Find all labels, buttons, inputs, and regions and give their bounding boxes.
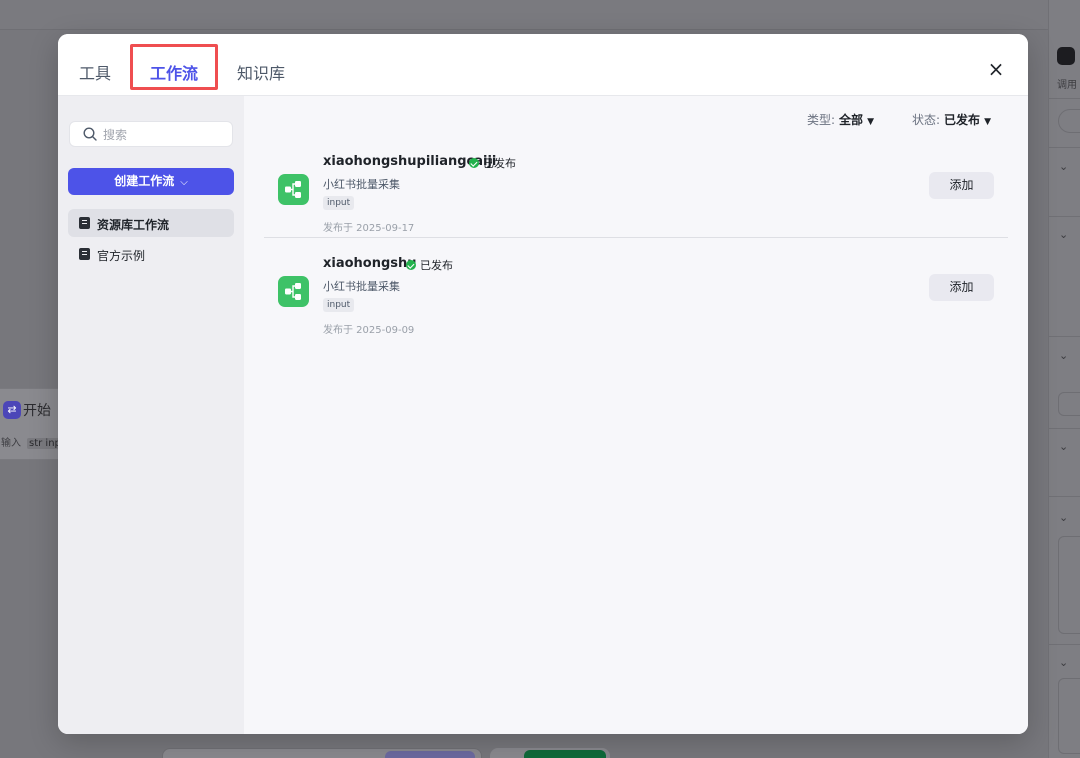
search-box[interactable] — [69, 121, 233, 147]
check-circle-icon — [469, 158, 479, 168]
create-workflow-label: 创建工作流 — [114, 174, 175, 188]
workflow-card: xiaohongshu 已发布 小红书批量采集 input 发布于 2025-0… — [264, 240, 1008, 340]
create-workflow-button[interactable]: 创建工作流 ⌵ — [68, 168, 234, 195]
status-filter-value: 已发布 — [944, 113, 981, 127]
tab-tools[interactable]: 工具 — [79, 60, 111, 84]
node-config-panel-background: 调用 ⌄ ⌄ ⌄ ⌄ ⌄ ⌄ — [1048, 0, 1080, 758]
publish-date: 发布于 2025-09-09 — [323, 325, 415, 336]
workflow-card: xiaohongshupiliangcaiji 已发布 小红书批量采集 inpu… — [264, 138, 1008, 238]
workflow-list-area: 类型: 全部 ▼ 状态: 已发布 ▼ xiaohongshupiliangcaiji 已… — [244, 96, 1028, 734]
type-filter-label: 类型: — [807, 113, 836, 127]
caret-down-icon: ▼ — [867, 117, 874, 127]
document-icon — [79, 217, 90, 229]
document-icon — [79, 248, 90, 260]
panel-logo-icon — [1057, 47, 1075, 65]
search-input[interactable] — [103, 125, 223, 144]
chevron-down-icon: ⌵ — [180, 177, 188, 188]
start-node-icon: ⇄ — [3, 401, 21, 419]
workflow-tab-highlight-box — [130, 44, 218, 90]
input-param-tag: input — [323, 298, 355, 312]
tab-knowledge-base[interactable]: 知识库 — [237, 60, 285, 84]
sidebar-item-label: 资源库工作流 — [97, 218, 170, 232]
start-node-title: 开始 — [23, 403, 51, 419]
caret-down-icon: ▼ — [984, 117, 991, 127]
modal-sidebar: 创建工作流 ⌵ 资源库工作流 官方示例 — [58, 96, 244, 734]
close-icon[interactable]: × — [983, 56, 1009, 82]
add-button[interactable]: 添加 — [929, 274, 994, 301]
panel-text: 调用 — [1057, 80, 1077, 91]
workflow-name: xiaohongshu — [323, 256, 417, 271]
type-filter-value: 全部 — [839, 113, 864, 127]
input-param-tag: input — [323, 196, 355, 210]
sidebar-item-label: 官方示例 — [97, 249, 146, 263]
canvas-top-strip — [0, 0, 1048, 30]
sidebar-item-official-examples[interactable]: 官方示例 — [68, 240, 234, 268]
sidebar-item-library-workflows[interactable]: 资源库工作流 — [68, 209, 234, 237]
workflow-description: 小红书批量采集 — [323, 178, 400, 191]
status-filter-label: 状态: — [912, 113, 941, 127]
workflow-icon — [278, 276, 309, 307]
modal-header: 工具 工作流 知识库 × — [58, 34, 1028, 96]
type-filter-dropdown[interactable]: 类型: 全部 ▼ — [807, 111, 874, 128]
status-badge: 已发布 — [469, 155, 516, 171]
check-circle-icon — [406, 260, 416, 270]
canvas-bottom-action — [490, 748, 610, 758]
add-button[interactable]: 添加 — [929, 172, 994, 199]
publish-date: 发布于 2025-09-17 — [323, 223, 415, 234]
status-badge: 已发布 — [406, 257, 453, 273]
add-resource-modal: 工具 工作流 知识库 × 创建工作流⌵ 资源库工作流 官方示例 类型:全部▼ 状… — [58, 34, 1028, 734]
status-filter-dropdown[interactable]: 状态: 已发布 ▼ — [912, 111, 991, 128]
workflow-icon — [278, 174, 309, 205]
search-icon — [83, 127, 97, 141]
canvas-bottom-toolbar — [162, 748, 482, 758]
workflow-description: 小红书批量采集 — [323, 280, 400, 293]
